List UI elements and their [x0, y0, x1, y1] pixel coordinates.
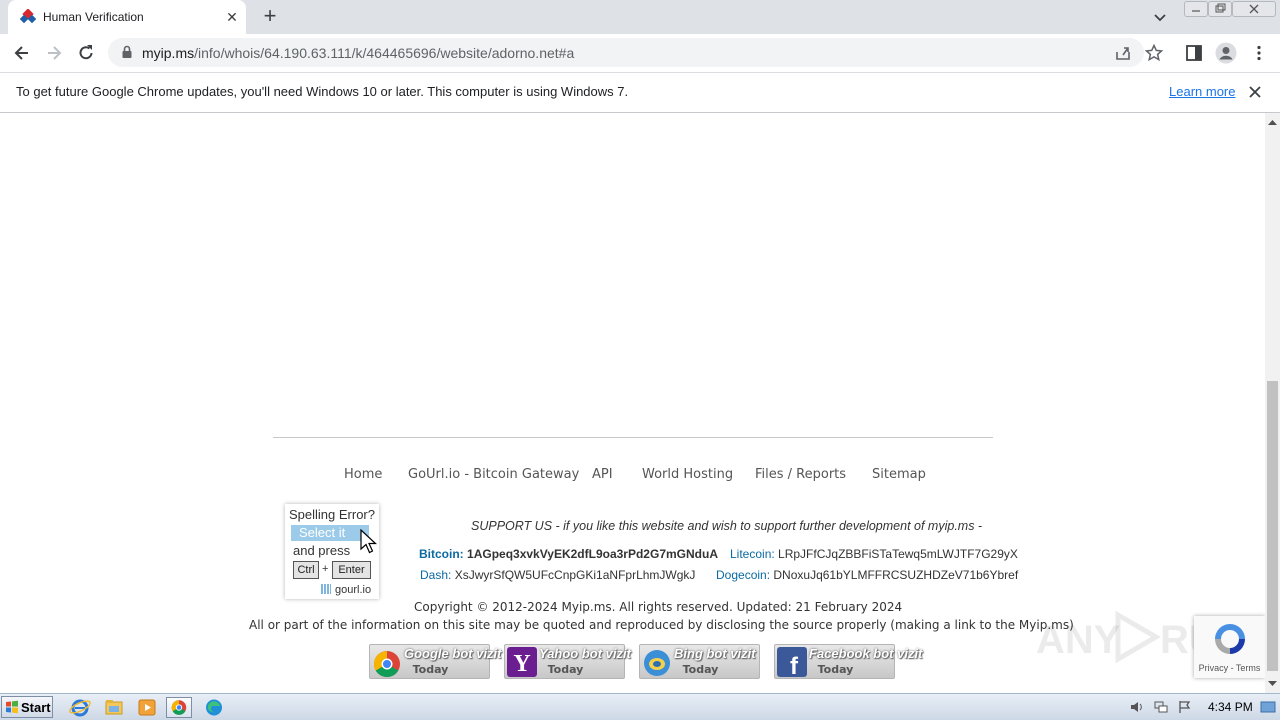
support-text: SUPPORT US - if you like this website an… [471, 519, 983, 533]
update-infobar: To get future Google Chrome updates, you… [0, 72, 1280, 113]
scroll-down-arrow-icon[interactable] [1268, 680, 1277, 688]
disclaimer-text: All or part of the information on this s… [249, 618, 1074, 632]
new-tab-button[interactable]: + [259, 5, 281, 28]
litecoin-label: Litecoin: [730, 547, 775, 561]
windows-flag-icon [6, 700, 18, 714]
network-icon[interactable] [1153, 699, 1169, 715]
spelling-press-text: and press [293, 543, 351, 558]
recaptcha-badge[interactable]: Privacy - Terms [1194, 616, 1265, 678]
volume-icon[interactable] [1129, 699, 1145, 715]
page-content: Home GoUrl.io - Bitcoin Gateway API Worl… [0, 113, 1265, 693]
restore-button[interactable] [1208, 1, 1232, 17]
scrollbar-thumb[interactable] [1267, 381, 1278, 671]
close-window-icon [1249, 4, 1259, 14]
facebook-bot-day: Today [817, 663, 854, 676]
bing-bot-label: Bing bot vizit [674, 646, 756, 661]
myip-favicon-icon [20, 9, 36, 24]
reload-icon[interactable] [76, 43, 96, 63]
dogecoin-address: Dogecoin: DNoxuJq61bYLMFFRCSUZHDZeV71b6Y… [716, 568, 1018, 582]
yahoo-bot-badge[interactable]: Y Yahoo bot vizit Today [504, 644, 631, 679]
start-label: Start [21, 700, 51, 715]
back-icon[interactable] [12, 43, 32, 63]
minimize-icon [1192, 10, 1200, 12]
browser-toolbar: myip.ms/info/whois/64.190.63.111/k/46446… [0, 34, 1280, 72]
show-desktop-icon[interactable] [1260, 699, 1276, 715]
gourl-logo-icon [321, 584, 331, 594]
google-bot-badge[interactable]: Google bot vizit Today [369, 644, 502, 679]
restore-icon [1215, 3, 1226, 13]
side-panel-icon[interactable] [1184, 43, 1204, 63]
litecoin-value: LRpJFfCJqZBBFiSTaTewq5mLWJTF7G29yX [778, 547, 1018, 561]
svg-text:ANY: ANY [1036, 618, 1121, 662]
bookmark-star-icon[interactable] [1144, 43, 1164, 63]
scroll-up-arrow-icon[interactable] [1268, 118, 1277, 126]
url-path: /info/whois/64.190.63.111/k/464465696/we… [194, 45, 575, 61]
dogecoin-value: DNoxuJq61bYLMFFRCSUZHDZeV71b6Ybref [773, 568, 1019, 582]
taskbar-clock[interactable]: 4:34 PM [1208, 700, 1253, 714]
chrome-menu-icon[interactable] [1249, 43, 1269, 63]
tab-search-chevron-icon[interactable] [1150, 8, 1170, 26]
footer-link-sitemap[interactable]: Sitemap [872, 467, 926, 482]
recaptcha-privacy-terms[interactable]: Privacy - Terms [1194, 663, 1265, 673]
gourl-brand[interactable]: gourl.io [321, 584, 371, 596]
file-explorer-icon[interactable] [101, 697, 127, 718]
bitcoin-value: 1AGpeq3xvkVyEK2dfL9oa3rPd2G7mGNduA [467, 547, 718, 561]
enter-key: Enter [332, 561, 371, 579]
copyright-text: Copyright © 2012-2024 Myip.ms. All right… [414, 600, 903, 614]
minimize-button[interactable] [1184, 1, 1208, 17]
url-text[interactable]: myip.ms/info/whois/64.190.63.111/k/46446… [142, 45, 574, 61]
bitcoin-address: Bitcoin: 1AGpeq3xvkVyEK2dfL9oa3rPd2G7mGN… [419, 547, 718, 561]
share-icon[interactable] [1113, 43, 1133, 63]
google-bot-label: Google bot vizit [404, 646, 502, 661]
bitcoin-label: Bitcoin: [419, 547, 464, 561]
google-bot-day: Today [412, 663, 449, 676]
dash-value: XsJwyrSfQW5UFcCnpGKi1aNFprLhmJWgkJ [454, 568, 696, 582]
action-center-flag-icon[interactable] [1177, 699, 1193, 715]
facebook-bot-label: Facebook bot vizit [809, 646, 923, 661]
footer-divider [273, 437, 993, 438]
tab-human-verification[interactable]: Human Verification ✕ [8, 0, 246, 34]
plus-sign: + [322, 563, 329, 575]
close-window-button[interactable] [1232, 1, 1276, 17]
litecoin-address: Litecoin: LRpJFfCJqZBBFiSTaTewq5mLWJTF7G… [730, 547, 1018, 561]
footer-link-api[interactable]: API [592, 467, 613, 482]
forward-icon[interactable] [44, 43, 64, 63]
bing-bot-day: Today [682, 663, 719, 676]
media-player-icon[interactable] [134, 697, 160, 718]
infobar-close-icon[interactable] [1246, 83, 1264, 101]
recaptcha-icon [1215, 624, 1245, 654]
footer-link-gourl[interactable]: GoUrl.io - Bitcoin Gateway [408, 467, 579, 482]
footer-link-world-hosting[interactable]: World Hosting [642, 467, 733, 482]
yahoo-bot-label: Yahoo bot vizit [539, 646, 631, 661]
learn-more-link[interactable]: Learn more [1169, 84, 1235, 99]
gourl-brand-text: gourl.io [335, 584, 372, 596]
dash-address: Dash: XsJwyrSfQW5UFcCnpGKi1aNFprLhmJWgkJ [420, 568, 695, 582]
footer-link-home[interactable]: Home [344, 467, 382, 482]
tab-close-icon[interactable]: ✕ [223, 8, 241, 26]
tab-strip: Human Verification ✕ + [0, 0, 1280, 34]
spelling-title: Spelling Error? [289, 507, 375, 522]
profile-avatar-icon[interactable] [1215, 42, 1237, 64]
ctrl-key: Ctrl [293, 561, 319, 579]
edge-icon[interactable] [201, 697, 227, 718]
tab-title: Human Verification [43, 10, 144, 24]
mouse-cursor-icon [360, 529, 378, 554]
address-bar[interactable]: myip.ms/info/whois/64.190.63.111/k/46446… [108, 38, 1144, 67]
bing-bot-badge[interactable]: Bing bot vizit Today [639, 644, 760, 679]
internet-explorer-icon[interactable] [67, 697, 93, 718]
windows-taskbar: Start 4:34 PM [0, 693, 1280, 720]
start-button[interactable]: Start [1, 696, 53, 718]
dogecoin-label: Dogecoin: [716, 568, 771, 582]
facebook-bot-badge[interactable]: f Facebook bot vizit Today [774, 644, 922, 679]
chrome-taskbar-icon[interactable] [166, 697, 192, 718]
yahoo-bot-day: Today [547, 663, 584, 676]
infobar-message: To get future Google Chrome updates, you… [16, 84, 629, 99]
url-host: myip.ms [142, 45, 195, 61]
dash-label: Dash: [420, 568, 452, 582]
spelling-select-text: Select it [291, 525, 369, 541]
page-scrollbar[interactable] [1265, 113, 1280, 693]
footer-link-files-reports[interactable]: Files / Reports [755, 467, 846, 482]
lock-icon[interactable] [120, 45, 134, 59]
